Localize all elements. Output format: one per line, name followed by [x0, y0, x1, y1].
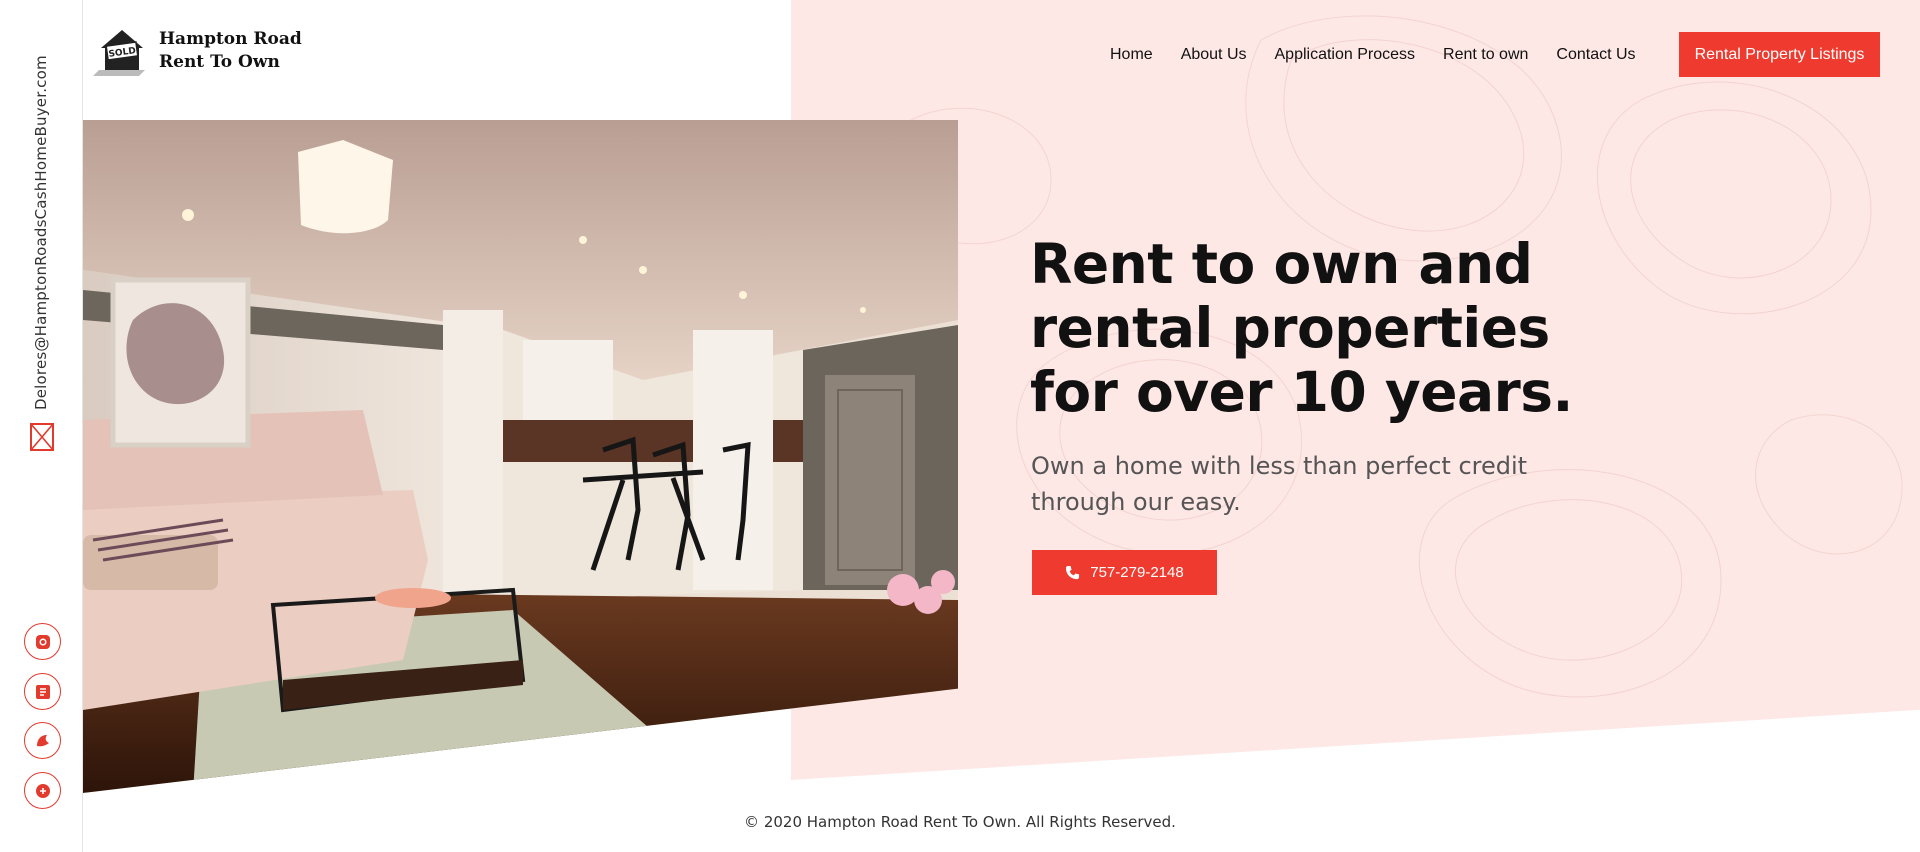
hero-subline: Own a home with less than perfect credit…: [1031, 452, 1528, 516]
logo-line-2: Rent To Own: [159, 52, 280, 72]
sold-house-icon: SOLD: [93, 30, 145, 76]
rental-listings-button[interactable]: Rental Property Listings: [1679, 32, 1880, 77]
site-logo[interactable]: SOLD Hampton Road Rent To Own: [93, 26, 302, 76]
hero-headline: Rent to own and rental properties for ov…: [1030, 232, 1573, 424]
nav-rent-to-own[interactable]: Rent to own: [1443, 46, 1528, 64]
trulia-icon[interactable]: [24, 722, 61, 759]
rail-email[interactable]: Delores@HamptonRoadsCashHomeBuyer.com: [32, 40, 50, 410]
logo-line-1: Hampton Road: [159, 29, 302, 49]
left-rail: Delores@HamptonRoadsCashHomeBuyer.com: [0, 0, 83, 852]
blog-icon[interactable]: [24, 673, 61, 710]
main-nav: Home About Us Application Process Rent t…: [1110, 32, 1664, 77]
call-phone-button[interactable]: 757-279-2148: [1032, 550, 1217, 595]
instagram-icon[interactable]: [24, 623, 61, 660]
phone-number: 757-279-2148: [1090, 564, 1184, 581]
nav-application-process[interactable]: Application Process: [1275, 46, 1416, 64]
google-plus-icon[interactable]: [24, 772, 61, 809]
living-room-image: [83, 120, 958, 793]
nav-contact-us[interactable]: Contact Us: [1556, 46, 1635, 64]
phone-icon: [1066, 565, 1080, 580]
mail-icon[interactable]: [29, 422, 55, 452]
logo-text: Hampton Road Rent To Own: [159, 28, 302, 74]
footer-copyright: © 2020 Hampton Road Rent To Own. All Rig…: [744, 813, 1176, 831]
nav-home[interactable]: Home: [1110, 46, 1153, 64]
hero-photo: [83, 120, 958, 793]
nav-about-us[interactable]: About Us: [1181, 46, 1247, 64]
